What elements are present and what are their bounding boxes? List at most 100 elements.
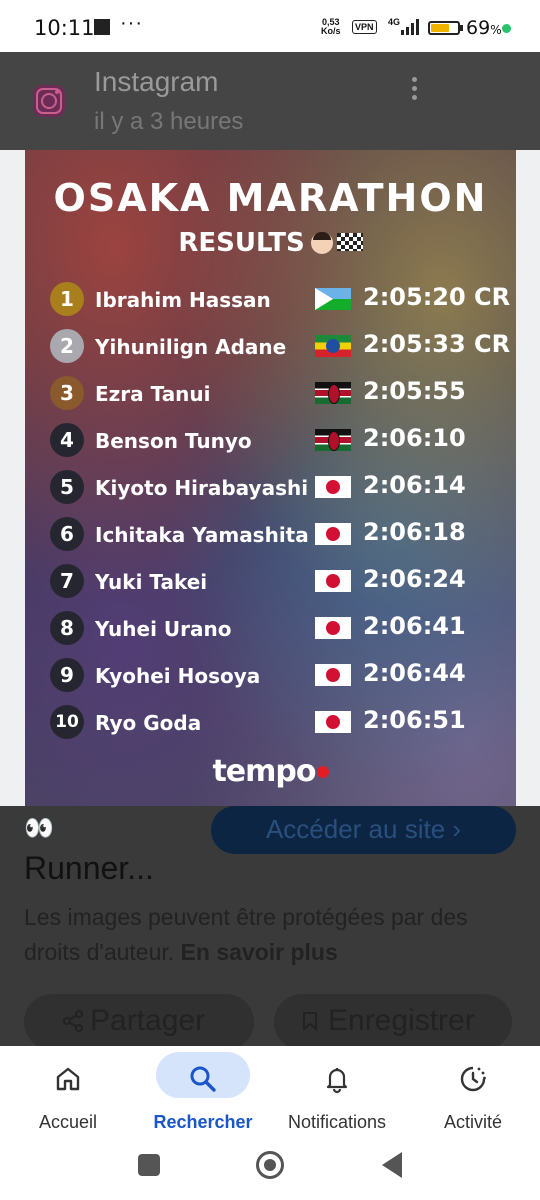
runner-name: Benson Tunyo <box>95 429 252 453</box>
ethiopia-flag-icon <box>315 335 351 357</box>
bell-icon <box>326 1068 348 1094</box>
finish-time: 2:06:44 <box>363 659 466 687</box>
nav-search-label: Rechercher <box>153 1112 253 1132</box>
result-image[interactable]: OSAKA MARATHON RESULTS 1 Ibrahim Hassan 2:… <box>25 150 516 806</box>
brand-dot <box>316 766 329 778</box>
finish-time: 2:06:24 <box>363 565 466 593</box>
japan-flag-icon <box>315 664 351 686</box>
instagram-icon <box>33 85 65 117</box>
japan-flag-icon <box>315 523 351 545</box>
kenya-flag-icon <box>315 429 351 451</box>
rank-badge: 10 <box>50 705 84 739</box>
japan-flag-icon <box>315 476 351 498</box>
save-button[interactable]: Enregistrer <box>274 994 512 1050</box>
eyes-icon: 👀 <box>24 815 54 842</box>
visit-site-button[interactable]: Accéder au site › <box>211 806 516 854</box>
japan-flag-icon <box>315 617 351 639</box>
finish-time: 2:05:20 CR <box>363 283 511 311</box>
rank-badge: 3 <box>50 376 84 410</box>
battery-icon <box>428 21 460 35</box>
runner-name: Kiyoto Hirabayashi <box>95 476 309 500</box>
result-row: 5 Kiyoto Hirabayashi 2:06:14 <box>25 468 516 508</box>
battery-level <box>431 24 449 32</box>
result-row: 1 Ibrahim Hassan 2:05:20 CR <box>25 280 516 320</box>
japan-flag-icon <box>315 711 351 733</box>
result-row: 7 Yuki Takei 2:06:24 <box>25 562 516 602</box>
result-row: 3 Ezra Tanui 2:05:55 <box>25 374 516 414</box>
nav-activity[interactable]: Activité <box>408 1052 538 1136</box>
bookmark-icon <box>303 1012 317 1031</box>
source-name[interactable]: Instagram <box>94 66 219 98</box>
learn-more-link[interactable]: En savoir plus <box>181 939 338 965</box>
runner-name: Yuhei Urano <box>95 617 232 641</box>
source-header: Instagram il y a 3 heures <box>0 52 540 150</box>
kenya-flag-icon <box>315 382 351 404</box>
finish-time: 2:05:55 <box>363 377 466 405</box>
rank-badge: 8 <box>50 611 84 645</box>
battery-cap <box>460 25 463 31</box>
network-type: 4G <box>388 17 401 27</box>
status-time: 10:11 <box>34 16 95 40</box>
home-button-icon[interactable] <box>256 1151 284 1179</box>
rank-badge: 9 <box>50 658 84 692</box>
runner-name: Kyohei Hosoya <box>95 664 261 688</box>
notification-square-icon <box>94 19 110 35</box>
signal-icon <box>401 19 419 35</box>
copyright-notice: Les images peuvent être protégées par de… <box>24 904 468 965</box>
result-row: 4 Benson Tunyo 2:06:10 <box>25 421 516 461</box>
bottom-navigation: Accueil Rechercher Notifications Activit… <box>0 1046 540 1140</box>
rank-badge: 1 <box>50 282 84 316</box>
runner-face-icon <box>310 232 333 254</box>
nav-notifications[interactable]: Notifications <box>272 1052 402 1136</box>
more-options-icon[interactable] <box>404 74 424 108</box>
runner-name: Yihunilign Adane <box>95 335 287 359</box>
battery-percent: 69% <box>466 17 502 39</box>
finish-time: 2:06:18 <box>363 518 466 546</box>
rank-badge: 7 <box>50 564 84 598</box>
nav-notifications-label: Notifications <box>287 1112 387 1132</box>
activity-icon <box>460 1066 486 1092</box>
finish-time: 2:06:10 <box>363 424 466 452</box>
network-speed: 0,53 Ko/s <box>321 17 341 36</box>
result-title[interactable]: Runner... <box>24 850 154 887</box>
nav-search[interactable]: Rechercher <box>138 1052 268 1136</box>
rank-badge: 6 <box>50 517 84 551</box>
result-row: 9 Kyohei Hosoya 2:06:44 <box>25 656 516 696</box>
source-time: il y a 3 heures <box>94 108 244 135</box>
runner-name: Yuki Takei <box>95 570 208 594</box>
status-bar: 10:11 ··· 0,53 Ko/s VPN 4G 69% <box>0 0 540 52</box>
runner-name: Ibrahim Hassan <box>95 288 271 312</box>
nav-home-label: Accueil <box>38 1112 98 1132</box>
result-row: 2 Yihunilign Adane 2:05:33 CR <box>25 327 516 367</box>
finish-time: 2:05:33 CR <box>363 330 511 358</box>
finish-time: 2:06:41 <box>363 612 466 640</box>
finish-time: 2:06:14 <box>363 471 466 499</box>
search-icon <box>190 1066 216 1092</box>
home-icon <box>56 1067 80 1091</box>
privacy-indicator-dot <box>502 24 511 33</box>
result-row: 8 Yuhei Urano 2:06:41 <box>25 609 516 649</box>
runner-name: Ichitaka Yamashita <box>95 523 309 547</box>
djibouti-flag-icon <box>315 288 351 310</box>
japan-flag-icon <box>315 570 351 592</box>
brand-logo: tempo <box>25 754 516 789</box>
poster-title: OSAKA MARATHON <box>53 176 488 220</box>
rank-badge: 4 <box>50 423 84 457</box>
vpn-icon: VPN <box>352 20 377 34</box>
recent-apps-icon[interactable] <box>138 1154 160 1176</box>
system-navigation <box>0 1140 540 1200</box>
rank-badge: 2 <box>50 329 84 363</box>
runner-name: Ezra Tanui <box>95 382 211 406</box>
poster-subtitle: RESULTS <box>25 228 516 258</box>
nav-activity-label: Activité <box>443 1112 503 1132</box>
share-icon <box>63 1010 83 1032</box>
result-row: 10 Ryo Goda 2:06:51 <box>25 703 516 743</box>
rank-badge: 5 <box>50 470 84 504</box>
share-button[interactable]: Partager <box>24 994 254 1050</box>
result-row: 6 Ichitaka Yamashita 2:06:18 <box>25 515 516 555</box>
nav-home[interactable]: Accueil <box>3 1052 133 1136</box>
finish-time: 2:06:51 <box>363 706 466 734</box>
runner-name: Ryo Goda <box>95 711 202 735</box>
back-icon[interactable] <box>382 1152 402 1178</box>
more-notifications-icon: ··· <box>120 12 143 34</box>
